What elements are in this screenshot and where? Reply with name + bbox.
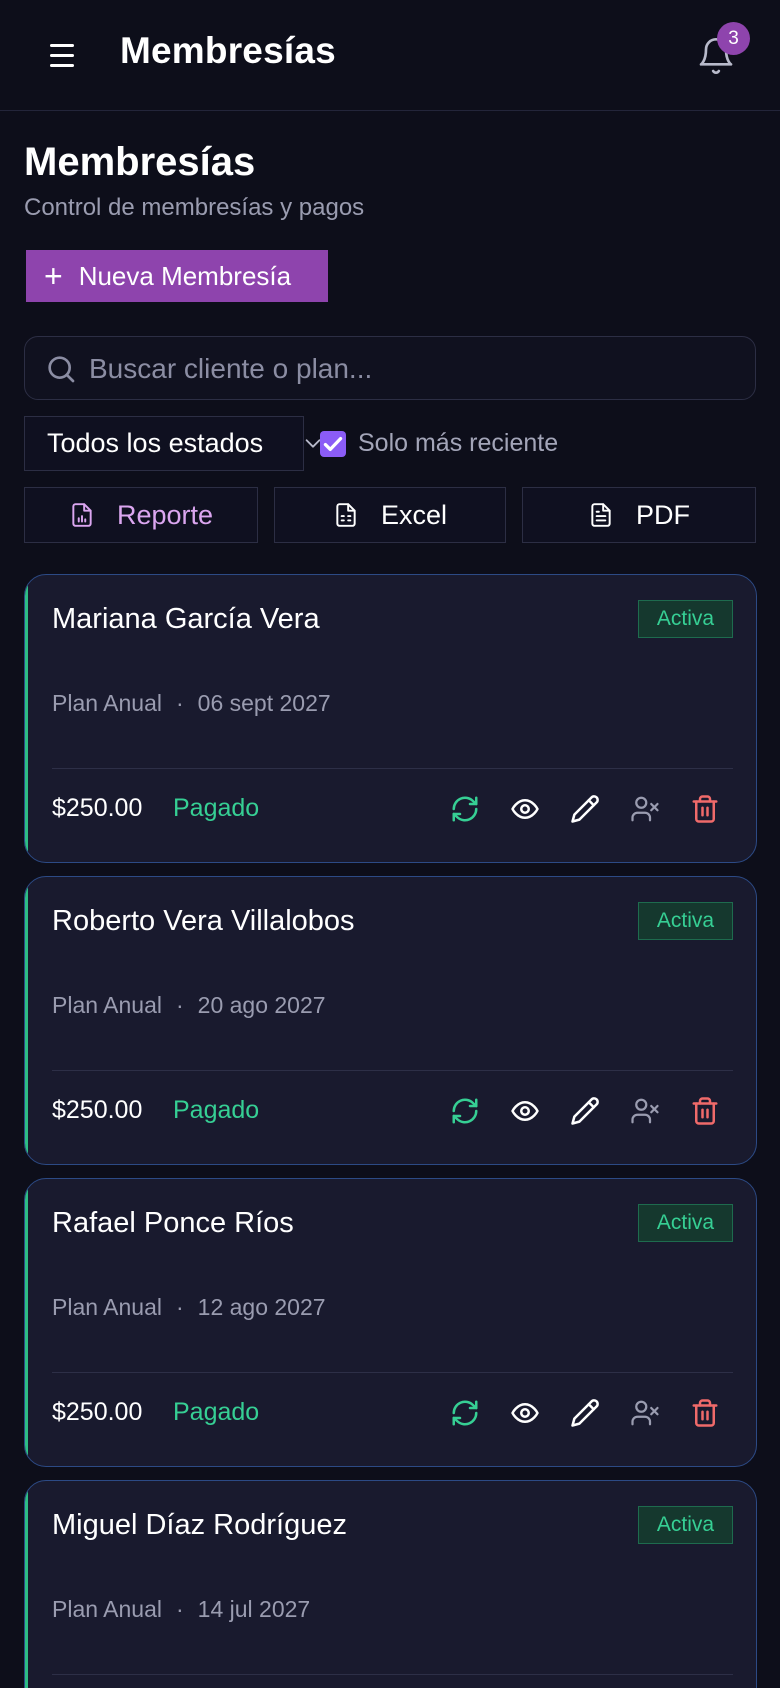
eye-icon[interactable] <box>508 1396 542 1430</box>
plan-name: Plan Anual <box>52 1294 162 1320</box>
recent-only-label: Solo más reciente <box>358 429 559 457</box>
status-badge: Activa <box>638 1204 733 1242</box>
renew-icon[interactable] <box>448 1396 482 1430</box>
membership-meta: Plan Anual · 20 ago 2027 <box>52 992 326 1019</box>
payment-status: Pagado <box>173 1096 260 1124</box>
separator-dot: · <box>175 1596 184 1622</box>
payment-status: Pagado <box>173 1398 260 1426</box>
membership-meta: Plan Anual · 06 sept 2027 <box>52 690 331 717</box>
member-name: Roberto Vera Villalobos <box>52 905 355 937</box>
pdf-label: PDF <box>636 499 690 530</box>
check-icon <box>323 436 343 452</box>
expiry-date: 20 ago 2027 <box>197 992 326 1018</box>
card-accent-stripe <box>25 1179 28 1466</box>
price: $250.00 <box>52 794 143 822</box>
membership-card[interactable]: Mariana García Vera Activa Plan Anual · 06 s… <box>24 574 757 863</box>
price: $250.00 <box>52 1096 143 1124</box>
trash-icon[interactable] <box>688 1094 722 1128</box>
plus-icon: + <box>44 258 63 294</box>
renew-icon[interactable] <box>448 792 482 826</box>
pencil-icon[interactable] <box>568 1396 602 1430</box>
trash-icon[interactable] <box>688 1396 722 1430</box>
search-icon <box>48 356 75 383</box>
eye-icon[interactable] <box>508 1094 542 1128</box>
page-subtitle: Control de membresías y pagos <box>24 194 365 221</box>
trash-icon[interactable] <box>688 792 722 826</box>
report-label: Reporte <box>116 499 214 530</box>
membership-meta: Plan Anual · 12 ago 2027 <box>52 1294 326 1321</box>
member-name: Miguel Díaz Rodríguez <box>52 1509 347 1541</box>
card-divider <box>52 1674 733 1675</box>
price: $250.00 <box>52 1398 143 1426</box>
app-bar-title: Membresías <box>120 30 336 71</box>
separator-dot: · <box>175 1294 184 1320</box>
new-membership-button[interactable]: + Nueva Membresía <box>26 250 328 302</box>
page-title: Membresías <box>24 140 256 184</box>
expiry-date: 06 sept 2027 <box>197 690 331 716</box>
report-button[interactable]: Reporte <box>24 487 258 543</box>
card-divider <box>52 768 733 769</box>
renew-icon[interactable] <box>448 1094 482 1128</box>
plan-name: Plan Anual <box>52 1596 162 1622</box>
member-name: Mariana García Vera <box>52 603 320 635</box>
recent-only-checkbox[interactable] <box>320 431 346 457</box>
card-accent-stripe <box>25 575 28 862</box>
status-badge: Activa <box>638 902 733 940</box>
expiry-date: 14 jul 2027 <box>197 1596 311 1622</box>
hamburger-menu-icon[interactable] <box>48 42 80 70</box>
user-x-icon[interactable] <box>628 792 662 826</box>
user-x-icon[interactable] <box>628 1094 662 1128</box>
status-filter-select[interactable]: Todos los estados <box>24 416 304 471</box>
eye-icon[interactable] <box>508 792 542 826</box>
excel-label: Excel <box>380 499 448 530</box>
pencil-icon[interactable] <box>568 792 602 826</box>
top-app-bar: Membresías 3 <box>0 0 780 111</box>
card-divider <box>52 1070 733 1071</box>
expiry-date: 12 ago 2027 <box>197 1294 326 1320</box>
user-x-icon[interactable] <box>628 1396 662 1430</box>
separator-dot: · <box>175 690 184 716</box>
status-filter-value: Todos los estados <box>47 428 264 458</box>
spreadsheet-file-icon <box>336 503 356 527</box>
payment-status: Pagado <box>173 794 260 822</box>
membership-card[interactable]: Miguel Díaz Rodríguez Activa Plan Anual · 14… <box>24 1480 757 1688</box>
separator-dot: · <box>175 992 184 1018</box>
plan-name: Plan Anual <box>52 690 162 716</box>
membership-meta: Plan Anual · 14 jul 2027 <box>52 1596 310 1623</box>
card-divider <box>52 1372 733 1373</box>
new-membership-label: Nueva Membresía <box>78 260 292 291</box>
status-badge: Activa <box>638 1506 733 1544</box>
search-input[interactable] <box>89 349 729 389</box>
plan-name: Plan Anual <box>52 992 162 1018</box>
member-name: Rafael Ponce Ríos <box>52 1207 294 1239</box>
card-accent-stripe <box>25 877 28 1164</box>
membership-card[interactable]: Rafael Ponce Ríos Activa Plan Anual · 12 ago… <box>24 1178 757 1467</box>
card-accent-stripe <box>25 1481 28 1688</box>
pencil-icon[interactable] <box>568 1094 602 1128</box>
status-badge: Activa <box>638 600 733 638</box>
search-box <box>24 336 756 400</box>
notification-badge: 3 <box>717 22 750 55</box>
excel-button[interactable]: Excel <box>274 487 506 543</box>
report-file-icon <box>72 503 92 527</box>
membership-card[interactable]: Roberto Vera Villalobos Activa Plan Anual ·… <box>24 876 757 1165</box>
document-file-icon <box>591 503 611 527</box>
pdf-button[interactable]: PDF <box>522 487 756 543</box>
